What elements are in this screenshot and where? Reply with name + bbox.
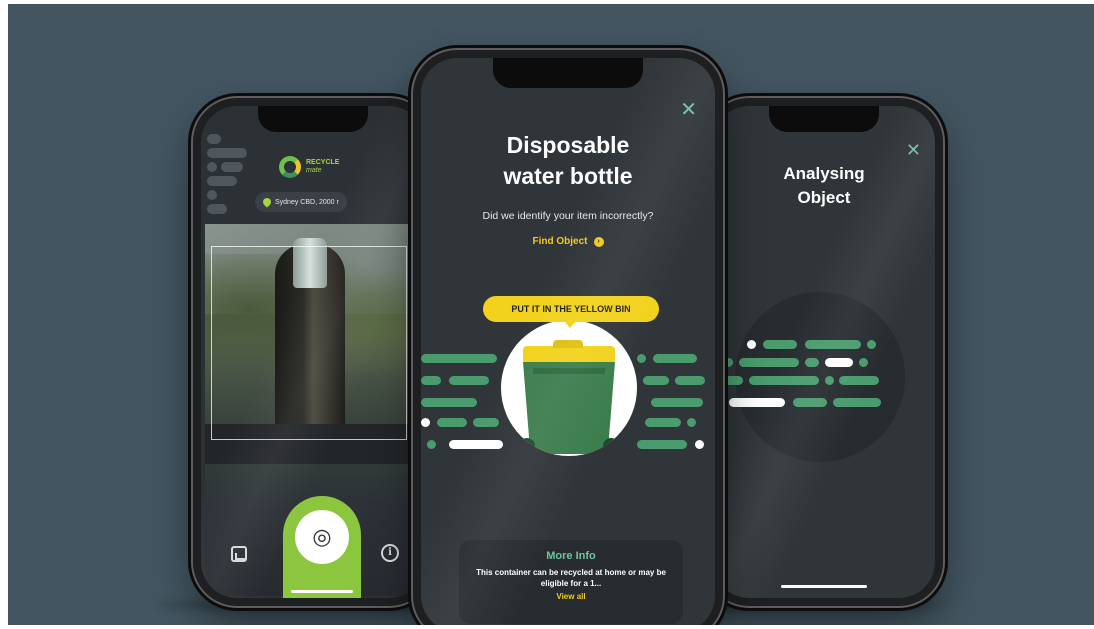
app-logo: RECYCLE mate xyxy=(279,156,339,178)
camera-icon: ◎ xyxy=(312,524,332,550)
scan-bar xyxy=(651,398,703,407)
misidentified-question: Did we identify your item incorrectly? xyxy=(482,210,654,222)
scan-bar xyxy=(675,376,705,385)
scan-bar xyxy=(739,358,799,367)
scan-bar xyxy=(805,340,861,349)
info-icon[interactable]: i xyxy=(381,544,399,562)
home-indicator xyxy=(291,590,353,593)
shutter-panel: ◎ xyxy=(283,496,361,598)
scan-dot xyxy=(867,340,876,349)
home-indicator xyxy=(781,585,867,588)
close-icon[interactable]: ✕ xyxy=(680,99,697,119)
result-screen: ✕ Disposable water bottle Did we identif… xyxy=(421,58,715,625)
scan-dot xyxy=(687,418,696,427)
scan-bar xyxy=(805,358,819,367)
scan-dot xyxy=(637,354,646,363)
scan-dot xyxy=(695,440,704,449)
phone-notch xyxy=(769,106,879,132)
view-all-link[interactable]: View all xyxy=(459,592,683,601)
bin-lid xyxy=(523,340,615,362)
scan-dot xyxy=(427,440,436,449)
scan-bar xyxy=(839,376,879,385)
camera-phone: RECYCLE mate Sydney CBD, 2000 r ◎ i xyxy=(193,98,433,606)
chevron-right-icon: › xyxy=(593,236,604,247)
item-title-line1: Disposable xyxy=(506,132,630,158)
yellow-bin-illustration xyxy=(501,320,637,456)
location-pin-icon xyxy=(261,196,273,208)
more-info-card[interactable]: More Info This container can be recycled… xyxy=(459,540,683,624)
detection-frame xyxy=(211,246,407,440)
scan-bar xyxy=(449,376,489,385)
scan-bar xyxy=(793,398,827,407)
scan-dot xyxy=(747,340,756,349)
scan-bar xyxy=(763,340,797,349)
decor-dot xyxy=(207,204,227,214)
scan-dot xyxy=(421,418,430,427)
scan-bar xyxy=(653,354,697,363)
camera-screen: RECYCLE mate Sydney CBD, 2000 r ◎ i xyxy=(201,106,425,598)
scan-bar xyxy=(749,376,819,385)
scan-bar xyxy=(421,398,477,407)
scan-bar xyxy=(449,440,503,449)
more-info-body: This container can be recycled at home o… xyxy=(476,568,666,588)
scan-bar xyxy=(437,418,467,427)
bin-wheel xyxy=(519,438,535,454)
decor-dot xyxy=(207,176,237,186)
bin-wheel xyxy=(603,438,619,454)
analysing-phone: ✕ Analysing Object xyxy=(705,98,943,606)
location-chip[interactable]: Sydney CBD, 2000 r xyxy=(255,192,347,212)
scan-dot xyxy=(859,358,868,367)
find-object-label: Find Object xyxy=(532,236,588,247)
close-icon[interactable]: ✕ xyxy=(906,142,921,160)
scan-bar xyxy=(825,358,853,367)
scan-bar xyxy=(645,418,681,427)
location-text: Sydney CBD, 2000 r xyxy=(275,198,339,206)
scan-bar xyxy=(421,354,497,363)
scan-bar xyxy=(643,376,669,385)
gallery-icon[interactable] xyxy=(231,546,247,562)
more-info-title: More Info xyxy=(546,550,596,562)
analysing-screen: ✕ Analysing Object xyxy=(713,106,935,598)
decor-dot xyxy=(207,134,221,144)
scan-bar xyxy=(637,440,687,449)
result-phone: ✕ Disposable water bottle Did we identif… xyxy=(413,50,723,625)
analysing-title-line1: Analysing xyxy=(783,164,865,183)
bin-instruction-badge: PUT IT IN THE YELLOW BIN xyxy=(483,296,659,328)
decor-dot xyxy=(207,162,217,172)
scan-bar xyxy=(833,398,881,407)
item-title-line2: water bottle xyxy=(503,163,633,189)
logo-text: RECYCLE mate xyxy=(306,159,339,175)
logo-line2: mate xyxy=(306,167,322,174)
scan-dot xyxy=(825,376,834,385)
decor-dot xyxy=(207,190,217,200)
scan-bar xyxy=(421,376,441,385)
logo-line1: RECYCLE xyxy=(306,159,340,166)
phone-notch xyxy=(493,58,643,88)
camera-shutter-button[interactable]: ◎ xyxy=(295,510,349,564)
analysing-title: Analysing Object xyxy=(713,162,935,210)
bin-body xyxy=(523,362,615,454)
scan-bar xyxy=(473,418,499,427)
analysing-title-line2: Object xyxy=(797,188,851,207)
phone-notch xyxy=(258,106,368,132)
decor-dot xyxy=(207,148,247,158)
decor-dot xyxy=(221,162,243,172)
scan-bar xyxy=(729,398,785,407)
logo-ring-icon xyxy=(279,156,301,178)
find-object-link[interactable]: Find Object › xyxy=(421,236,715,247)
showcase-background: RECYCLE mate Sydney CBD, 2000 r ◎ i ✕ An… xyxy=(8,4,1094,625)
item-title: Disposable water bottle xyxy=(421,130,715,192)
